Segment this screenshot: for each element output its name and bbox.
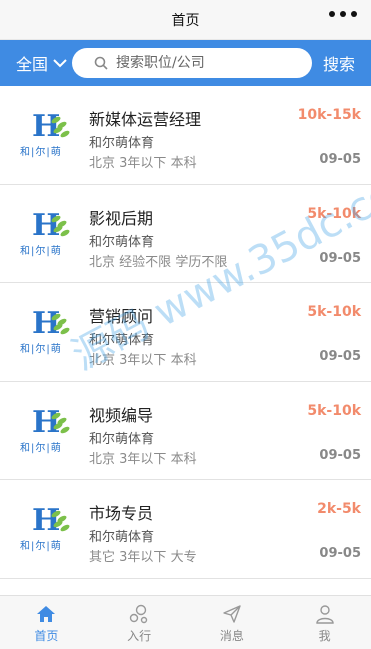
job-meta: 北京 3年以下 本科 (89, 353, 197, 368)
tab-label: 入行 (127, 629, 152, 643)
post-date: 09-05 (319, 250, 361, 266)
page-title: 首页 (171, 12, 200, 29)
company-logo: H 和|尔|萌 (20, 407, 74, 454)
chevron-down-icon (53, 59, 67, 68)
job-title: 影视后期 (89, 208, 154, 228)
salary: 5k-10k (307, 402, 361, 419)
job-list-item[interactable]: H 和|尔|萌 影视后期 和尔萌体育 北京 经验不限 学历不限 5k-10k 0… (0, 185, 371, 283)
post-date: 09-05 (319, 349, 361, 364)
search-bar: 全国 搜索 (0, 40, 371, 86)
salary: 10k-15k (297, 107, 361, 123)
title-bar: 首页 (0, 0, 371, 40)
job-meta: 北京 3年以下 本科 (89, 451, 197, 467)
company-name: 和尔萌体育 (89, 431, 155, 447)
post-date: 09-05 (319, 546, 361, 561)
salary: 2k-5k (317, 501, 361, 517)
company-logo: H 和|尔|萌 (20, 309, 74, 355)
post-date: 09-05 (319, 152, 361, 167)
bubbles-icon (129, 604, 148, 624)
job-meta: 北京 经验不限 学历不限 (89, 254, 228, 270)
job-list: H 和|尔|萌 新媒体运营经理 和尔萌体育 北京 3年以下 本科 10k-15k… (0, 86, 371, 579)
tab-industry[interactable]: 入行 (93, 596, 186, 649)
company-name: 和尔萌体育 (89, 234, 155, 250)
more-dots-icon[interactable] (329, 11, 357, 17)
search-input[interactable] (116, 55, 306, 71)
tab-label: 消息 (219, 629, 244, 643)
region-selector[interactable]: 全国 (0, 51, 72, 75)
job-list-item[interactable]: H 和|尔|萌 视频编导 和尔萌体育 北京 3年以下 本科 5k-10k 09-… (0, 382, 371, 480)
home-icon (37, 606, 56, 622)
job-meta: 其它 3年以下 大专 (89, 550, 197, 565)
job-title: 新媒体运营经理 (89, 110, 202, 129)
job-list-item[interactable]: H 和|尔|萌 市场专员 和尔萌体育 其它 3年以下 大专 2k-5k 09-0… (0, 480, 371, 579)
job-title: 市场专员 (89, 504, 154, 523)
job-meta: 北京 3年以下 本科 (89, 156, 197, 171)
region-label: 全国 (16, 55, 49, 74)
job-list-item[interactable]: H 和|尔|萌 营销顾问 和尔萌体育 北京 3年以下 本科 5k-10k 09-… (0, 283, 371, 382)
tab-bar: 首页 入行 消息 我 (0, 595, 371, 649)
company-logo: H 和|尔|萌 (20, 112, 74, 158)
company-logo: H 和|尔|萌 (20, 506, 74, 552)
job-list-item[interactable]: H 和|尔|萌 新媒体运营经理 和尔萌体育 北京 3年以下 本科 10k-15k… (0, 86, 371, 185)
company-name: 和尔萌体育 (89, 530, 155, 545)
job-title: 营销顾问 (89, 307, 154, 326)
tab-me[interactable]: 我 (278, 596, 371, 649)
company-logo: H 和|尔|萌 (20, 210, 74, 257)
post-date: 09-05 (319, 447, 361, 463)
tab-messages[interactable]: 消息 (186, 596, 279, 649)
send-icon (223, 605, 241, 623)
company-name: 和尔萌体育 (89, 136, 155, 151)
tab-label: 首页 (34, 629, 59, 643)
search-button[interactable]: 搜索 (323, 51, 355, 75)
salary: 5k-10k (307, 304, 361, 320)
search-box[interactable] (72, 48, 312, 78)
tab-label: 我 (318, 629, 331, 643)
search-icon (94, 56, 108, 70)
salary: 5k-10k (307, 205, 361, 222)
company-name: 和尔萌体育 (89, 333, 155, 348)
user-icon (315, 605, 334, 624)
job-title: 视频编导 (89, 405, 154, 425)
tab-home[interactable]: 首页 (0, 596, 93, 649)
